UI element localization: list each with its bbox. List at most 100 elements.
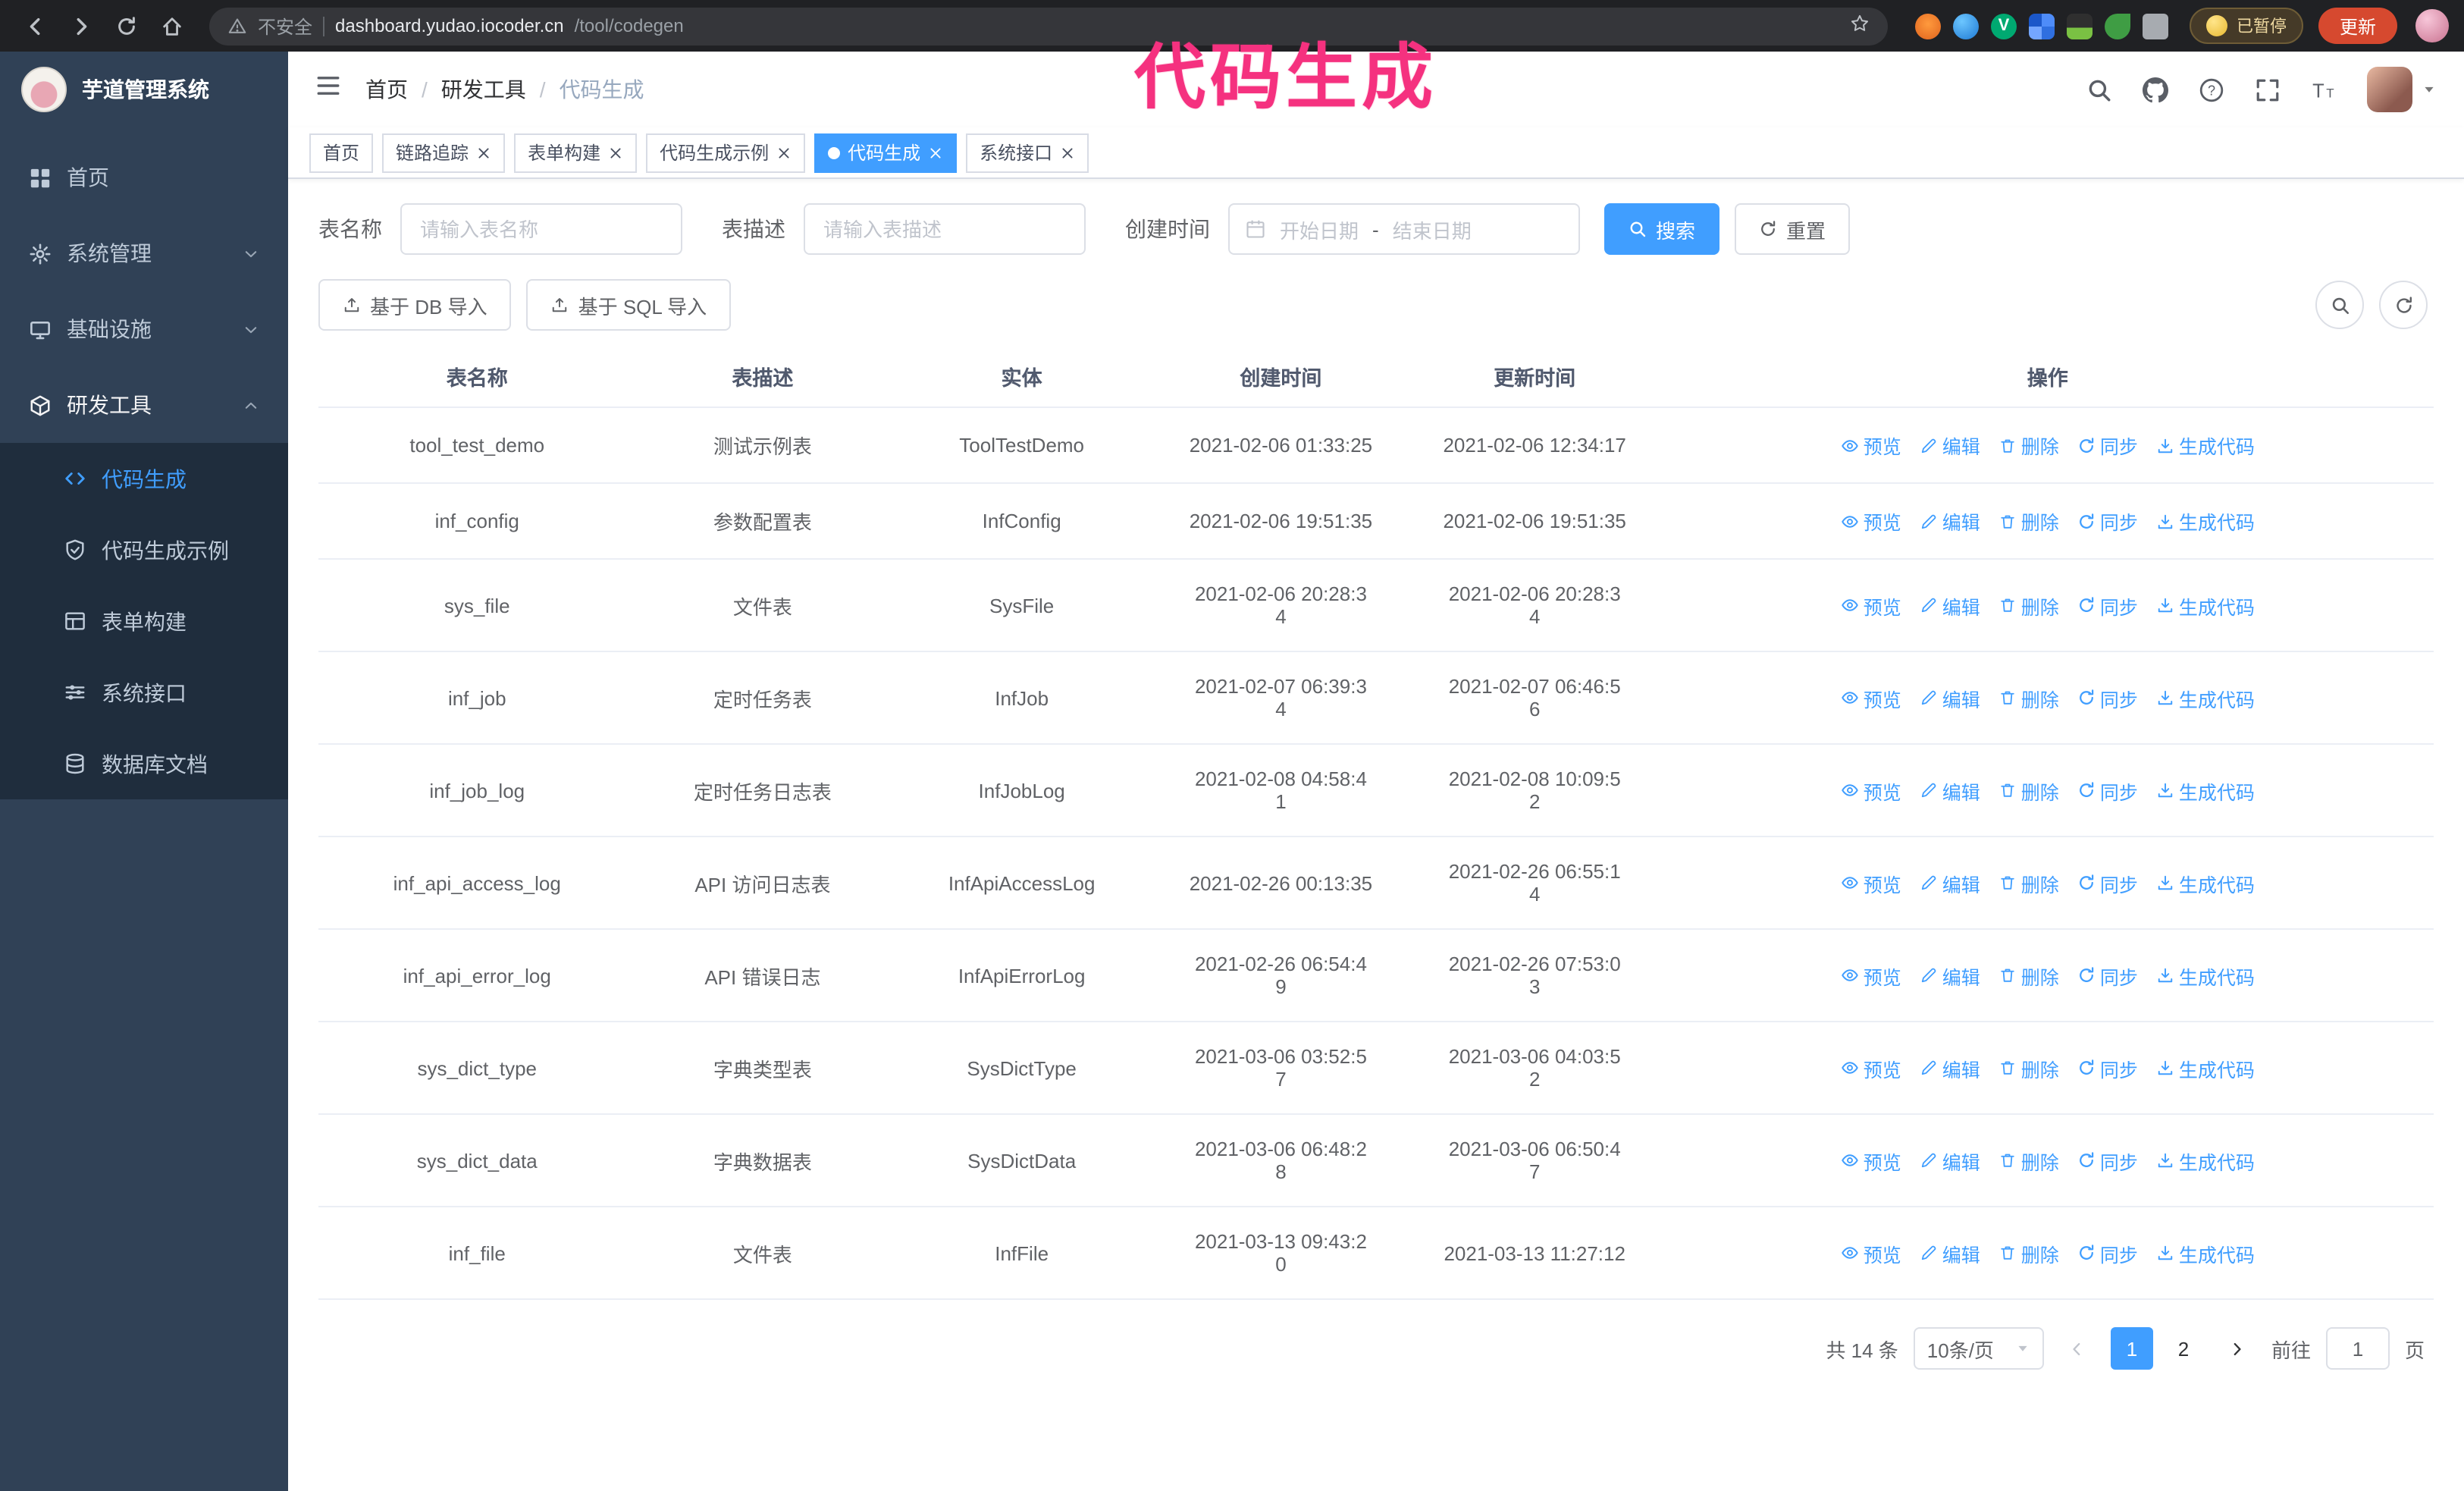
- tab-5[interactable]: 系统接口: [966, 133, 1089, 172]
- table-desc-input[interactable]: [804, 203, 1086, 255]
- table-name-input[interactable]: [400, 203, 682, 255]
- action-delete[interactable]: 删除: [1998, 507, 2059, 535]
- action-delete[interactable]: 删除: [1998, 431, 2059, 460]
- action-sync[interactable]: 同步: [2077, 507, 2138, 535]
- action-preview[interactable]: 预览: [1841, 1238, 1901, 1267]
- close-icon[interactable]: [776, 145, 792, 160]
- sidebar-collapse-button[interactable]: [315, 73, 341, 106]
- tab-4[interactable]: 代码生成: [814, 133, 958, 172]
- date-range-picker[interactable]: 开始日期 - 结束日期: [1228, 203, 1580, 255]
- extension-drop-icon[interactable]: [1952, 13, 1979, 39]
- question-icon[interactable]: ?: [2199, 77, 2224, 102]
- extension-grid-icon[interactable]: [2028, 13, 2055, 39]
- submenu-item-1[interactable]: 代码生成示例: [0, 514, 288, 585]
- action-sync[interactable]: 同步: [2077, 776, 2138, 805]
- action-generate-code[interactable]: 生成代码: [2156, 431, 2255, 460]
- action-sync[interactable]: 同步: [2077, 961, 2138, 990]
- extension-fox-icon[interactable]: [1914, 13, 1941, 39]
- submenu-item-4[interactable]: 数据库文档: [0, 728, 288, 799]
- page-size-select[interactable]: 10条/页: [1913, 1327, 2044, 1370]
- action-edit[interactable]: 编辑: [1920, 683, 1980, 712]
- close-icon[interactable]: [608, 145, 623, 160]
- action-delete[interactable]: 删除: [1998, 1238, 2059, 1267]
- action-sync[interactable]: 同步: [2077, 1053, 2138, 1082]
- submenu-item-0[interactable]: 代码生成: [0, 443, 288, 514]
- action-preview[interactable]: 预览: [1841, 683, 1901, 712]
- action-sync[interactable]: 同步: [2077, 591, 2138, 620]
- action-generate-code[interactable]: 生成代码: [2156, 591, 2255, 620]
- action-edit[interactable]: 编辑: [1920, 961, 1980, 990]
- action-sync[interactable]: 同步: [2077, 1146, 2138, 1175]
- fullscreen-icon[interactable]: [2255, 77, 2281, 102]
- action-delete[interactable]: 删除: [1998, 683, 2059, 712]
- sidebar-item-1[interactable]: 系统管理: [0, 215, 288, 291]
- extension-puzzle-icon[interactable]: [2142, 13, 2168, 39]
- app-logo[interactable]: 芋道管理系统: [0, 52, 288, 127]
- action-delete[interactable]: 删除: [1998, 591, 2059, 620]
- user-menu[interactable]: [2367, 67, 2437, 112]
- search-button[interactable]: 搜索: [1604, 203, 1720, 255]
- action-generate-code[interactable]: 生成代码: [2156, 507, 2255, 535]
- action-delete[interactable]: 删除: [1998, 868, 2059, 897]
- sidebar-item-0[interactable]: 首页: [0, 140, 288, 215]
- page-button-2[interactable]: 2: [2162, 1327, 2205, 1370]
- action-generate-code[interactable]: 生成代码: [2156, 1238, 2255, 1267]
- action-sync[interactable]: 同步: [2077, 1238, 2138, 1267]
- back-button[interactable]: [15, 6, 55, 46]
- address-bar[interactable]: 不安全 dashboard.yudao.iocoder.cn/tool/code…: [209, 7, 1888, 45]
- action-edit[interactable]: 编辑: [1920, 431, 1980, 460]
- action-preview[interactable]: 预览: [1841, 776, 1901, 805]
- home-button[interactable]: [152, 6, 191, 46]
- action-edit[interactable]: 编辑: [1920, 591, 1980, 620]
- submenu-item-2[interactable]: 表单构建: [0, 585, 288, 657]
- action-delete[interactable]: 删除: [1998, 961, 2059, 990]
- action-sync[interactable]: 同步: [2077, 683, 2138, 712]
- action-edit[interactable]: 编辑: [1920, 507, 1980, 535]
- action-edit[interactable]: 编辑: [1920, 1238, 1980, 1267]
- action-generate-code[interactable]: 生成代码: [2156, 868, 2255, 897]
- page-button-1[interactable]: 1: [2110, 1327, 2153, 1370]
- close-icon[interactable]: [1060, 145, 1075, 160]
- extension-check-icon[interactable]: [1990, 13, 2017, 39]
- action-generate-code[interactable]: 生成代码: [2156, 1053, 2255, 1082]
- action-preview[interactable]: 预览: [1841, 1146, 1901, 1175]
- action-generate-code[interactable]: 生成代码: [2156, 683, 2255, 712]
- prev-page-button[interactable]: [2059, 1327, 2096, 1370]
- reload-button[interactable]: [106, 6, 146, 46]
- toggle-search-button[interactable]: [2315, 281, 2364, 329]
- action-edit[interactable]: 编辑: [1920, 1146, 1980, 1175]
- action-edit[interactable]: 编辑: [1920, 868, 1980, 897]
- tab-0[interactable]: 首页: [309, 133, 374, 172]
- import-db-button[interactable]: 基于 DB 导入: [318, 279, 512, 331]
- fontsize-icon[interactable]: TT: [2311, 77, 2337, 102]
- breadcrumb-item-1[interactable]: 研发工具: [441, 74, 526, 105]
- close-icon[interactable]: [476, 145, 491, 160]
- sync-paused-badge[interactable]: 已暂停: [2189, 8, 2303, 44]
- action-sync[interactable]: 同步: [2077, 868, 2138, 897]
- reset-button[interactable]: 重置: [1735, 203, 1851, 255]
- action-generate-code[interactable]: 生成代码: [2156, 961, 2255, 990]
- search-icon[interactable]: [2086, 77, 2112, 102]
- submenu-item-3[interactable]: 系统接口: [0, 657, 288, 728]
- action-delete[interactable]: 删除: [1998, 1146, 2059, 1175]
- action-sync[interactable]: 同步: [2077, 431, 2138, 460]
- github-icon[interactable]: [2143, 77, 2168, 102]
- tab-3[interactable]: 代码生成示例: [646, 133, 806, 172]
- sidebar-item-2[interactable]: 基础设施: [0, 291, 288, 367]
- action-preview[interactable]: 预览: [1841, 431, 1901, 460]
- action-preview[interactable]: 预览: [1841, 507, 1901, 535]
- action-preview[interactable]: 预览: [1841, 961, 1901, 990]
- browser-update-button[interactable]: 更新: [2318, 8, 2397, 44]
- refresh-table-button[interactable]: [2379, 281, 2428, 329]
- tab-1[interactable]: 链路追踪: [382, 133, 506, 172]
- action-delete[interactable]: 删除: [1998, 1053, 2059, 1082]
- action-preview[interactable]: 预览: [1841, 1053, 1901, 1082]
- action-preview[interactable]: 预览: [1841, 868, 1901, 897]
- next-page-button[interactable]: [2220, 1327, 2256, 1370]
- forward-button[interactable]: [61, 6, 100, 46]
- extension-leaf-icon[interactable]: [2104, 13, 2130, 39]
- browser-profile-avatar[interactable]: [2415, 9, 2449, 42]
- breadcrumb-item-0[interactable]: 首页: [365, 74, 408, 105]
- close-icon[interactable]: [928, 145, 943, 160]
- action-edit[interactable]: 编辑: [1920, 1053, 1980, 1082]
